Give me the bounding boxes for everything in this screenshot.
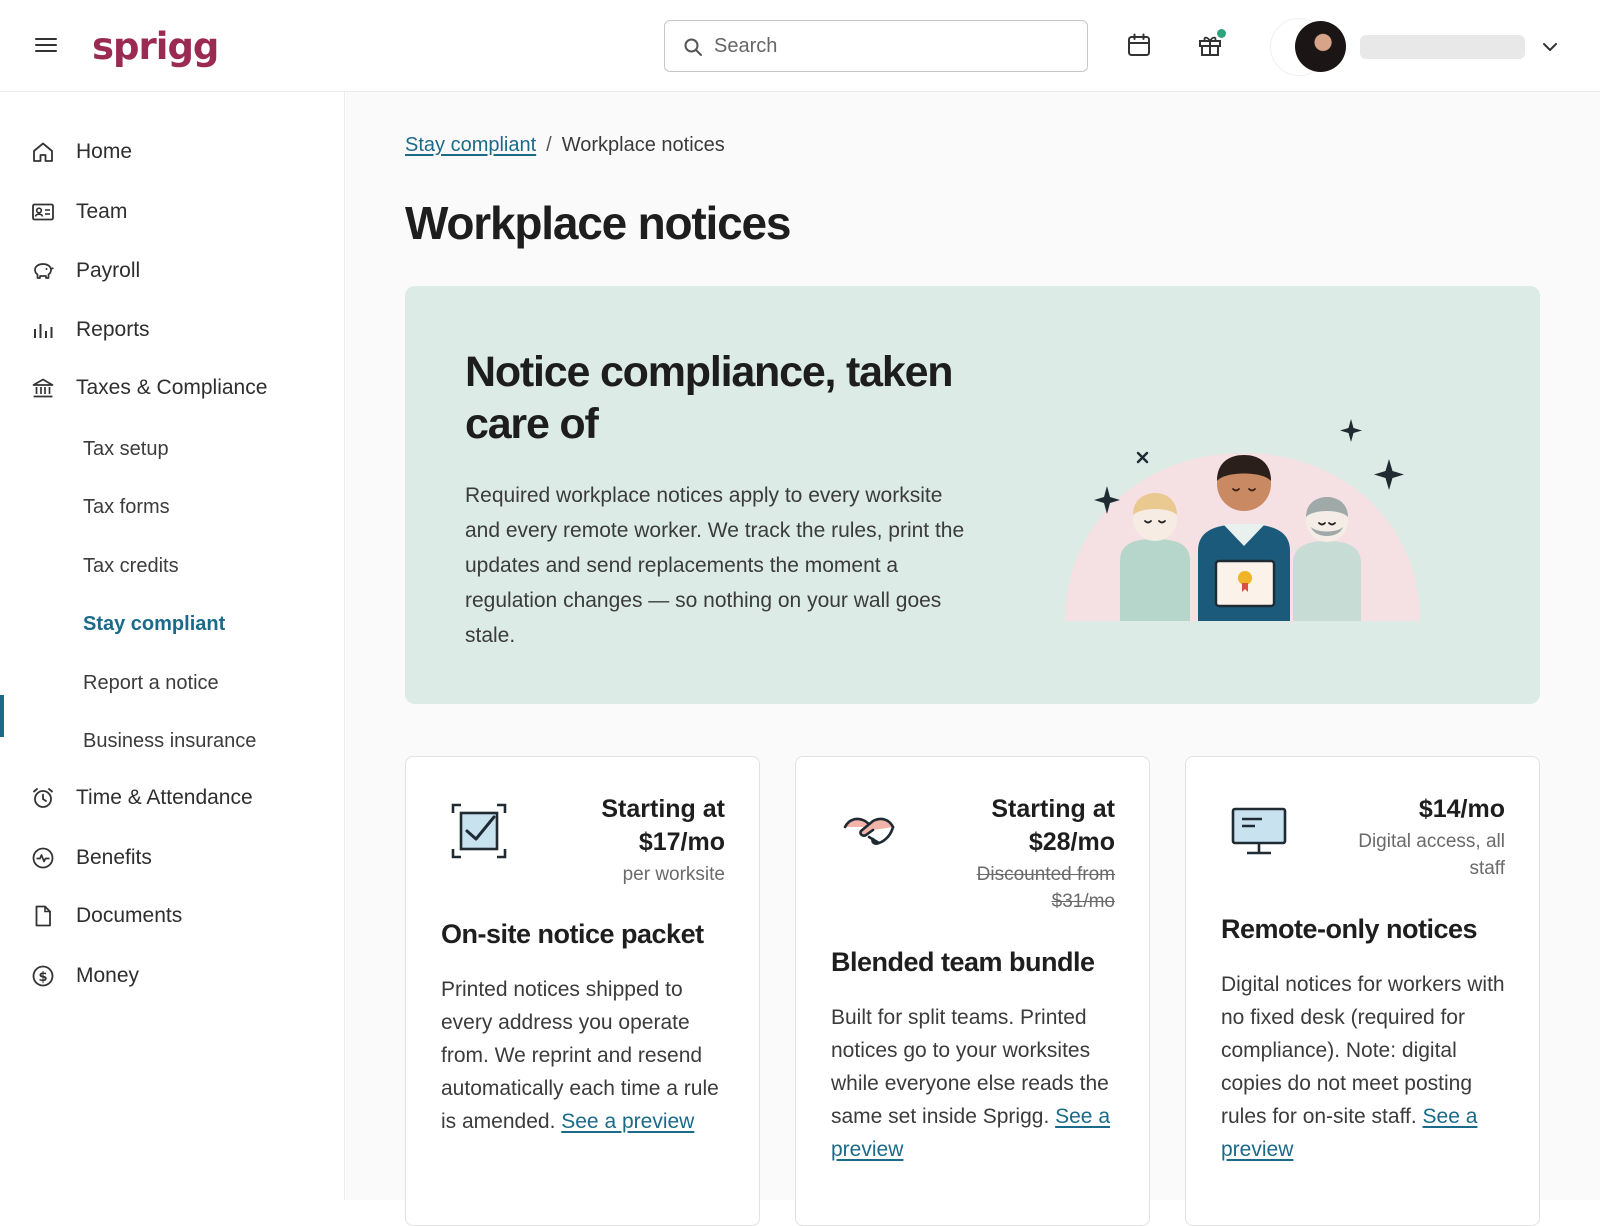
chevron-down-icon[interactable]	[1541, 38, 1559, 56]
breadcrumb-separator: /	[546, 134, 552, 156]
sidebar-item-taxes-compliance[interactable]: Taxes & Compliance	[30, 368, 267, 408]
hero-title: Notice compliance, taken care of	[465, 348, 954, 448]
dollar-circle-icon: $	[32, 965, 54, 987]
active-indicator	[0, 695, 4, 737]
price-sub: Digital access, all staff	[1358, 831, 1505, 879]
card-title: Remote-only notices	[1221, 914, 1478, 944]
heart-pulse-icon	[32, 847, 54, 869]
hero-text: Required workplace notices apply to ever…	[465, 484, 965, 647]
id-card-icon	[32, 203, 54, 221]
page-title: Workplace notices	[405, 197, 791, 249]
avatar[interactable]	[1295, 21, 1346, 72]
price-block: Starting at $28/mo Discounted from $31/m…	[955, 793, 1115, 915]
close-icon	[1136, 451, 1149, 464]
sidebar-subitem-report-a-notice[interactable]: Report a notice	[83, 666, 219, 700]
price-sub: Discounted from $31/mo	[976, 864, 1115, 912]
sprigg-logo[interactable]: sprigg	[92, 25, 219, 68]
document-icon	[35, 905, 51, 927]
gift-button[interactable]	[1197, 29, 1226, 58]
plan-card-remote-only: $14/mo Digital access, all staff Remote-…	[1185, 756, 1540, 1226]
bar-chart-icon	[34, 324, 53, 338]
sidebar-subitem-tax-forms[interactable]: Tax forms	[83, 490, 170, 524]
sidebar-subitem-stay-compliant[interactable]: Stay compliant	[83, 607, 225, 641]
sidebar-item-team[interactable]: Team	[30, 192, 127, 232]
alarm-clock-icon	[33, 788, 53, 808]
sidebar-item-money[interactable]: $ Money	[30, 956, 139, 996]
sparkle-icon	[1340, 419, 1362, 442]
sidebar-subitem-tax-setup[interactable]: Tax setup	[83, 432, 169, 466]
plan-card-blended: Starting at $28/mo Discounted from $31/m…	[795, 756, 1150, 1226]
menu-icon[interactable]	[34, 34, 58, 58]
sidebar: Home Team Payroll Reports Taxes & Compli…	[0, 92, 345, 1200]
card-desc: Printed notices shipped to every address…	[441, 978, 719, 1133]
sidebar-item-payroll[interactable]: Payroll	[30, 251, 140, 291]
search-icon	[684, 38, 702, 56]
sidebar-item-reports[interactable]: Reports	[30, 310, 150, 350]
handshake-icon	[843, 817, 895, 845]
price-main: Starting at $17/mo	[601, 795, 725, 856]
home-icon	[33, 142, 53, 162]
card-desc: Built for split teams. Printed notices g…	[831, 1006, 1111, 1161]
breadcrumb-link-stay-compliant[interactable]: Stay compliant	[405, 134, 536, 157]
breadcrumb: Stay compliant / Workplace notices	[405, 134, 725, 157]
card-title: Blended team bundle	[831, 947, 1095, 977]
sparkle-icon	[1374, 459, 1404, 490]
calendar-icon[interactable]	[1126, 32, 1152, 58]
sidebar-item-time-attendance[interactable]: Time & Attendance	[30, 778, 253, 818]
bank-icon	[32, 378, 54, 398]
notification-dot	[1217, 29, 1226, 38]
user-name-placeholder	[1360, 35, 1525, 59]
price-main: Starting at $28/mo	[991, 795, 1115, 856]
price-block: Starting at $17/mo per worksite	[585, 793, 725, 888]
plan-card-on-site: Starting at $17/mo per worksite On-site …	[405, 756, 760, 1226]
sidebar-subitem-business-insurance[interactable]: Business insurance	[83, 724, 256, 758]
top-bar: sprigg	[0, 0, 1600, 92]
sidebar-item-home[interactable]: Home	[30, 132, 132, 172]
sidebar-item-documents[interactable]: Documents	[30, 896, 182, 936]
sidebar-subitem-tax-credits[interactable]: Tax credits	[83, 549, 179, 583]
monitor-icon	[1231, 807, 1287, 855]
price-block: $14/mo Digital access, all staff	[1335, 793, 1505, 882]
team-illustration	[1065, 419, 1420, 621]
breadcrumb-current: Workplace notices	[561, 134, 725, 156]
see-a-preview-link[interactable]: See a preview	[561, 1110, 694, 1133]
price-sub: per worksite	[622, 864, 725, 885]
main-content: Stay compliant / Workplace notices Workp…	[346, 92, 1600, 1226]
checkbox-frame-icon	[451, 803, 507, 859]
svg-text:$: $	[38, 970, 47, 985]
price-main: $14/mo	[1418, 795, 1505, 823]
card-desc: Digital notices for workers with no fixe…	[1221, 973, 1505, 1161]
hero-banner: Notice compliance, taken care of Require…	[405, 286, 1540, 704]
piggy-bank-icon	[34, 263, 54, 279]
search-input[interactable]	[714, 31, 1074, 61]
sidebar-item-benefits[interactable]: Benefits	[30, 838, 152, 878]
card-title: On-site notice packet	[441, 919, 704, 949]
search-box[interactable]	[664, 20, 1088, 72]
